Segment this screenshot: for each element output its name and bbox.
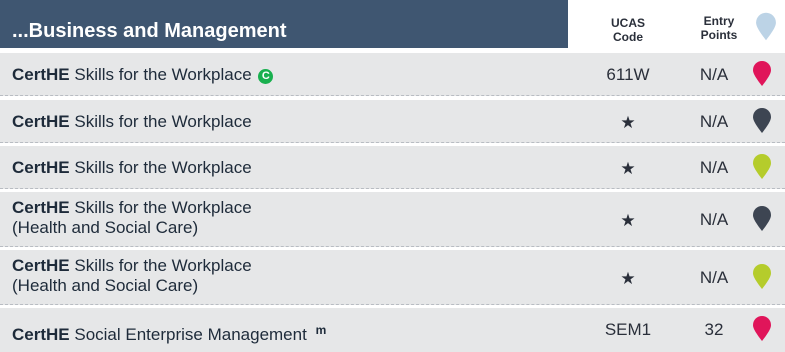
star-icon: ★ (620, 113, 636, 132)
entry-points-column-header: Entry Points (684, 14, 754, 42)
entry-points: N/A (699, 210, 729, 229)
course-name: CertHE Skills for the Workplace (Health … (12, 256, 252, 296)
map-pin-icon (753, 154, 771, 179)
map-pin-icon (753, 108, 771, 133)
course-title: Skills for the Workplace (74, 256, 252, 275)
course-name: CertHE Skills for the Workplace C (12, 65, 274, 85)
table-row[interactable]: CertHE Social Enterprise Management m SE… (0, 308, 785, 352)
entry-points: N/A (699, 112, 729, 131)
course-table: ...Business and Management UCAS Code Ent… (0, 0, 785, 352)
ucas-code: SEM1 (604, 320, 652, 339)
qualification-label: CertHE (12, 198, 70, 217)
course-title: Skills for the Workplace (74, 198, 252, 217)
qualification-label: CertHE (12, 158, 70, 177)
entry-points: N/A (699, 158, 729, 177)
table-row[interactable]: CertHE Skills for the Workplace C 611W N… (0, 53, 785, 96)
section-header-band: ...Business and Management (0, 0, 568, 48)
ucas-code-column-header: UCAS Code (582, 16, 674, 44)
location-pin-legend-icon (756, 12, 776, 41)
pin-shape (753, 61, 771, 86)
course-title: Skills for the Workplace (74, 158, 252, 177)
course-subtitle: (Health and Social Care) (12, 276, 199, 295)
course-title: Social Enterprise Management (74, 325, 307, 344)
entry-header-line1: Entry (703, 14, 735, 28)
pin-shape (753, 154, 771, 179)
ucas-header-line2: Code (613, 30, 643, 44)
pin-shape (753, 206, 771, 231)
qualification-label: CertHE (12, 112, 70, 131)
course-subtitle: (Health and Social Care) (12, 218, 199, 237)
table-row[interactable]: CertHE Skills for the Workplace ★ N/A (0, 146, 785, 189)
pin-shape (753, 264, 771, 289)
course-name: CertHE Skills for the Workplace (12, 158, 252, 178)
star-icon: ★ (620, 159, 636, 178)
pin-shape (753, 316, 771, 341)
ucas-code: 611W (606, 65, 650, 84)
course-name: CertHE Social Enterprise Management m (12, 320, 326, 345)
star-icon: ★ (620, 269, 636, 288)
entry-points: N/A (699, 268, 729, 287)
course-title: Skills for the Workplace (74, 65, 252, 84)
table-header: ...Business and Management UCAS Code Ent… (0, 0, 785, 48)
course-name: CertHE Skills for the Workplace (12, 112, 252, 132)
c-circle-icon: C (258, 69, 274, 84)
qualification-label: CertHE (12, 325, 70, 344)
superscript-m: m (315, 323, 327, 337)
table-row[interactable]: CertHE Skills for the Workplace ★ N/A (0, 100, 785, 143)
legend-pin-shape (756, 12, 776, 41)
qualification-label: CertHE (12, 256, 70, 275)
section-title: ...Business and Management (12, 20, 287, 42)
table-row[interactable]: CertHE Skills for the Workplace (Health … (0, 250, 785, 305)
pin-shape (753, 108, 771, 133)
entry-header-line2: Points (700, 28, 738, 42)
entry-points: N/A (699, 65, 729, 84)
entry-points: 32 (704, 320, 724, 339)
table-row[interactable]: CertHE Skills for the Workplace (Health … (0, 192, 785, 247)
map-pin-icon (753, 264, 771, 289)
ucas-header-line1: UCAS (610, 16, 645, 30)
star-icon: ★ (620, 211, 636, 230)
map-pin-icon (753, 206, 771, 231)
course-name: CertHE Skills for the Workplace (Health … (12, 198, 252, 238)
qualification-label: CertHE (12, 65, 70, 84)
map-pin-icon (753, 61, 771, 86)
course-title: Skills for the Workplace (74, 112, 252, 131)
map-pin-icon (753, 316, 771, 341)
